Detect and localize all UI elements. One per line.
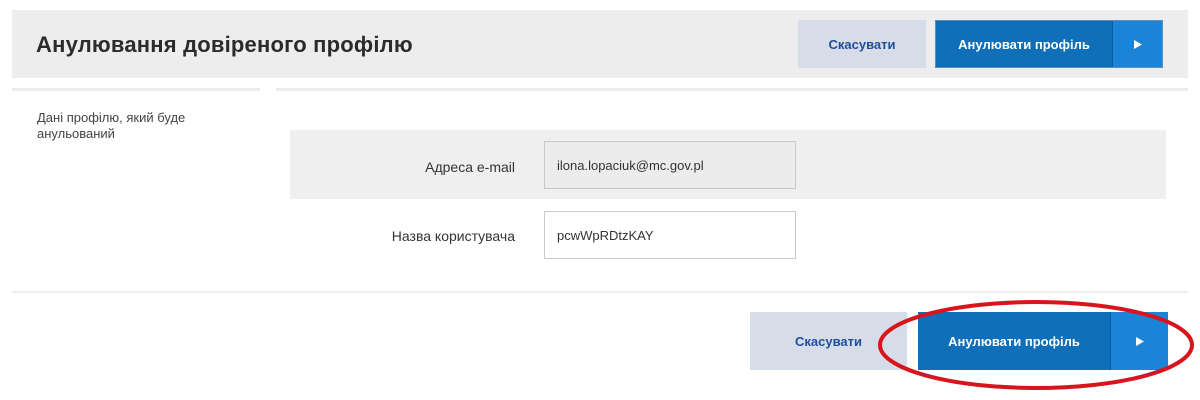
play-arrow-icon <box>1112 21 1162 67</box>
section-divider-right <box>276 88 1188 91</box>
header-cancel-button[interactable]: Скасувати <box>798 20 926 68</box>
email-label: Адреса e-mail <box>425 159 515 175</box>
page-title: Анулювання довіреного профілю <box>36 32 413 57</box>
username-label: Назва користувача <box>391 228 515 244</box>
header-revoke-profile-button[interactable]: Анулювати профіль <box>935 20 1163 68</box>
header-revoke-label: Анулювати профіль <box>958 36 1090 52</box>
footer-cancel-button[interactable]: Скасувати <box>750 312 907 370</box>
footer-cancel-label: Скасувати <box>795 333 862 349</box>
email-field[interactable] <box>544 141 796 189</box>
footer-revoke-label: Анулювати профіль <box>948 333 1080 349</box>
username-field[interactable] <box>544 211 796 259</box>
section-divider-left <box>12 88 260 91</box>
footer-divider <box>12 291 1188 293</box>
play-arrow-icon <box>1110 312 1168 370</box>
footer-revoke-profile-button[interactable]: Анулювати профіль <box>918 312 1168 370</box>
section-description: Дані профілю, який буде анульований <box>37 110 186 141</box>
header-cancel-label: Скасувати <box>828 36 896 52</box>
